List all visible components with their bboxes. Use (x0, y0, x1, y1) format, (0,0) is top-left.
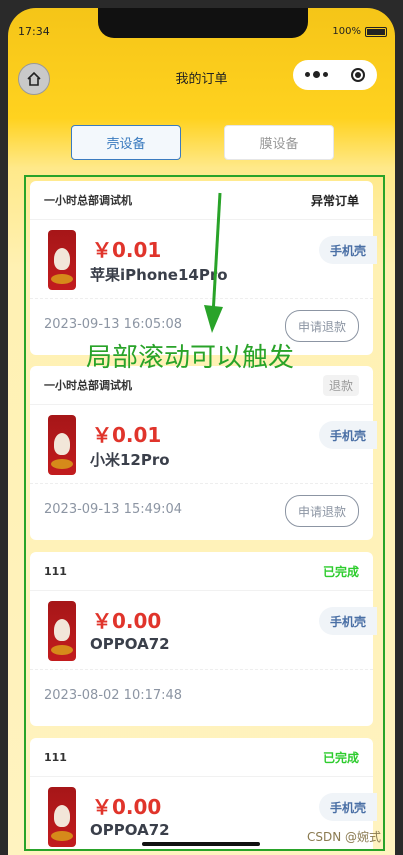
order-price: ￥0.01 (92, 238, 162, 262)
order-card-body: ￥0.01 小米12Pro 手机壳 (30, 405, 377, 484)
battery-icon (365, 26, 387, 37)
battery-percent: 100% (332, 26, 361, 37)
status-time: 17:34 (18, 25, 50, 38)
product-image (48, 415, 76, 475)
product-tag: 手机壳 (319, 421, 377, 449)
order-card-body: ￥0.00 OPPOA72 手机壳 (30, 591, 377, 670)
product-image (48, 787, 76, 847)
product-tag: 手机壳 (319, 236, 377, 264)
tab-film-device[interactable]: 膜设备 (224, 125, 334, 160)
order-card-header: 111 已完成 (30, 738, 373, 777)
product-image (48, 601, 76, 661)
order-price: ￥0.00 (92, 609, 162, 633)
product-tag: 手机壳 (319, 607, 377, 635)
order-card-header: 111 已完成 (30, 552, 373, 591)
phone-model: OPPOA72 (90, 635, 170, 653)
phone-screen: 17:34 100% 我的订单 壳设备 膜设备 一小时总部调试机 异常订单 ￥0… (8, 8, 395, 855)
refund-button[interactable]: 申请退款 (285, 495, 359, 527)
order-status: 已完成 (322, 750, 359, 765)
order-price: ￥0.01 (92, 423, 162, 447)
more-icon[interactable] (304, 71, 328, 78)
mini-program-capsule (293, 60, 377, 90)
store-name: 111 (44, 750, 67, 764)
product-tag: 手机壳 (319, 793, 377, 821)
order-date: 2023-08-02 10:17:48 (44, 688, 183, 703)
refund-button[interactable]: 申请退款 (285, 310, 359, 342)
store-name: 一小时总部调试机 (44, 194, 132, 207)
watermark: CSDN @婉式 (306, 830, 381, 844)
phone-model: OPPOA72 (90, 821, 170, 839)
order-status: 异常订单 (310, 193, 359, 208)
phone-model: 小米12Pro (90, 451, 170, 469)
order-date: 2023-09-13 15:49:04 (44, 502, 183, 517)
order-card[interactable]: 一小时总部调试机 退款 ￥0.01 小米12Pro 手机壳 2023-09-13… (30, 366, 377, 540)
scroll-arrow-icon (204, 192, 223, 333)
store-name: 111 (44, 564, 67, 578)
home-indicator (142, 842, 260, 846)
order-status: 退款 (322, 374, 359, 396)
order-card-footer: 2023-09-13 15:49:04 申请退款 (30, 484, 373, 540)
order-date: 2023-09-13 16:05:08 (44, 317, 183, 332)
order-status: 已完成 (322, 564, 359, 579)
status-battery: 100% (332, 26, 387, 37)
store-name: 一小时总部调试机 (44, 379, 132, 392)
order-list[interactable]: 一小时总部调试机 异常订单 ￥0.01 苹果iPhone14Pro 手机壳 20… (24, 175, 385, 851)
tab-shell-device[interactable]: 壳设备 (71, 125, 181, 160)
product-image (48, 230, 76, 290)
order-card-footer: 2023-08-02 10:17:48 (30, 670, 373, 726)
scroll-annotation: 局部滚动可以触发 (86, 343, 295, 373)
order-price: ￥0.00 (92, 795, 162, 819)
notch (98, 8, 308, 38)
order-card[interactable]: 111 已完成 ￥0.00 OPPOA72 手机壳 2023-08-02 10:… (30, 552, 377, 726)
close-mini-program-icon[interactable] (351, 68, 366, 82)
